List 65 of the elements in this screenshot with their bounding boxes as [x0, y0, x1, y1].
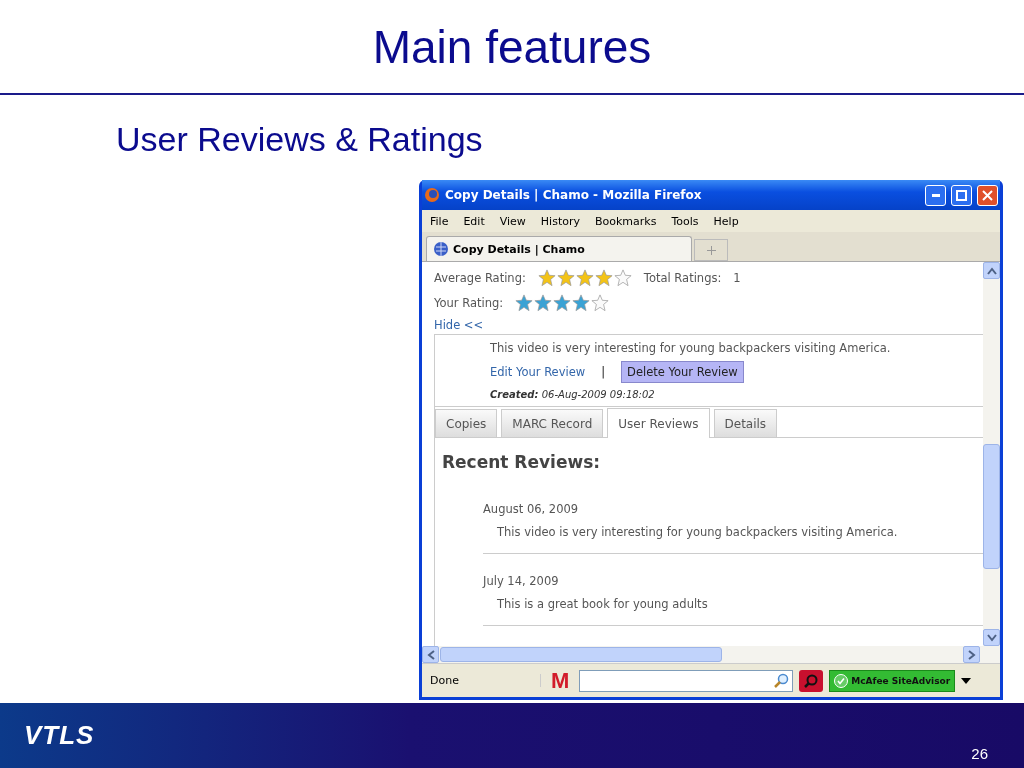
star-icon [594, 269, 613, 288]
hide-link[interactable]: Hide << [434, 318, 983, 333]
scroll-thumb[interactable] [440, 647, 722, 662]
star-icon [553, 294, 572, 313]
search-field[interactable] [579, 669, 794, 692]
minimize-button[interactable] [925, 184, 946, 206]
vtls-logo: VTLS [24, 720, 95, 751]
menu-item[interactable]: Bookmarks [595, 214, 657, 228]
star-icon [613, 269, 632, 288]
search-icon [803, 672, 820, 689]
siteadvisor-button[interactable]: McAfee SiteAdvisor [829, 669, 956, 692]
toolbar-logo[interactable]: M [551, 667, 570, 694]
firefox-icon [424, 187, 440, 203]
review-date: August 06, 2009 [483, 502, 580, 516]
rating-label: Your Rating: [434, 296, 504, 311]
total-ratings-value: 1 [733, 271, 741, 286]
review-text: This video is very interesting for young backpackers visiting America. [497, 525, 899, 539]
delete-review-button[interactable]: Delete Your Review [621, 361, 744, 384]
menu-item[interactable]: View [499, 214, 526, 228]
window-title: Copy Details | Chamo - Mozilla Firefox [445, 188, 703, 202]
rating-label: Average Rating: [434, 271, 526, 286]
search-icon [773, 672, 790, 689]
star-icon [537, 269, 556, 288]
status-text: Done [426, 674, 541, 687]
slide-subtitle: User Reviews & Ratings [116, 120, 484, 160]
browser-tab[interactable]: Copy Details | Chamo [426, 236, 692, 261]
separator: | [601, 365, 606, 380]
tab[interactable]: Details [713, 409, 778, 437]
star-icon [515, 294, 534, 313]
plus-icon [706, 245, 716, 255]
review-text: This video is very interesting for young backpackers visiting America. [490, 341, 892, 356]
star-icon [572, 294, 591, 313]
vertical-scrollbar[interactable] [983, 262, 1000, 646]
tab[interactable]: User Reviews [607, 408, 710, 438]
new-tab-button[interactable] [694, 239, 728, 261]
star-icon [556, 269, 575, 288]
star-icon [575, 269, 594, 288]
close-button[interactable] [977, 184, 998, 206]
star-icon [534, 294, 553, 313]
slide-title: Main features [372, 19, 652, 74]
tab[interactable]: MARC Record [501, 409, 604, 437]
recent-reviews-heading: Recent Reviews: [442, 452, 602, 472]
menu-item[interactable]: Help [713, 214, 739, 228]
menu-item[interactable]: History [540, 214, 580, 228]
page-number: 26 [971, 745, 988, 762]
created-date: Created: 06-Aug-2009 09:18:02 [490, 389, 656, 401]
minimize-icon [931, 193, 940, 197]
globe-icon [433, 241, 449, 257]
search-button[interactable] [799, 669, 824, 692]
maximize-icon [956, 189, 967, 201]
menu-item[interactable]: Edit [463, 214, 485, 228]
star-icon [591, 294, 610, 313]
review-date: July 14, 2009 [483, 574, 560, 588]
menu-item[interactable]: Tools [671, 214, 699, 228]
total-ratings-label: Total Ratings: [643, 271, 722, 286]
edit-review-link[interactable]: Edit Your Review [490, 365, 586, 380]
maximize-button[interactable] [951, 184, 972, 206]
horizontal-scrollbar[interactable] [422, 646, 1000, 663]
scroll-thumb[interactable] [983, 444, 1000, 569]
check-icon [834, 673, 849, 688]
tab[interactable]: Copies [435, 409, 498, 437]
close-icon [982, 189, 993, 201]
dropdown-arrow-icon[interactable] [961, 677, 972, 684]
menu-item[interactable]: File [430, 214, 449, 228]
review-text: This is a great book for young adults [497, 597, 709, 611]
